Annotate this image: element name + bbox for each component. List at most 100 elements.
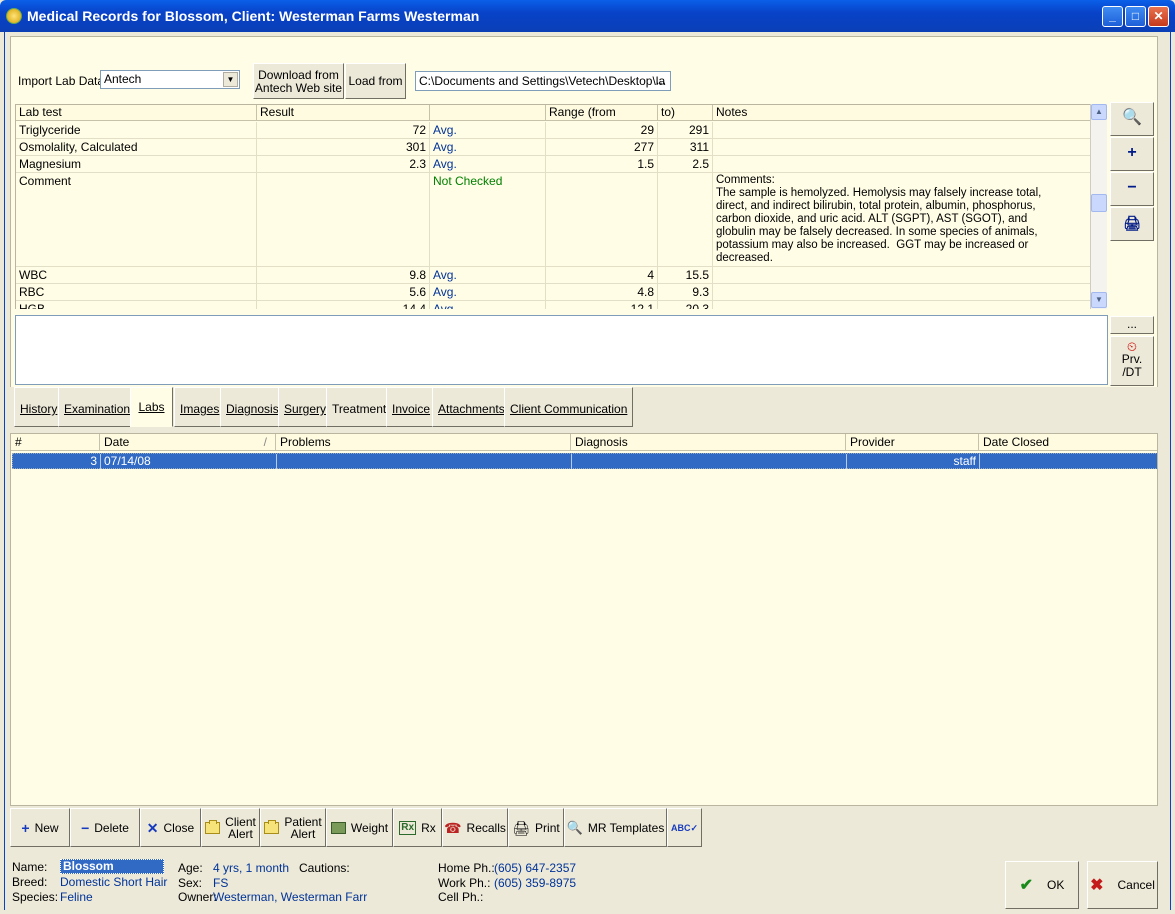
result-cell[interactable] [257, 173, 430, 267]
lab-provider-select[interactable]: Antech ▼ [100, 70, 240, 89]
record-problems-cell[interactable] [277, 454, 572, 469]
range-to-cell[interactable]: 291 [658, 122, 713, 139]
lab-test-cell[interactable]: Magnesium [16, 156, 257, 173]
lab-test-cell[interactable]: Triglyceride [16, 122, 257, 139]
notes-cell[interactable] [713, 301, 1090, 309]
record-provider-cell[interactable]: staff [847, 454, 980, 469]
column-header-diagnosis[interactable]: Diagnosis [571, 434, 846, 451]
column-header-date[interactable]: Date / [100, 434, 276, 451]
recalls-button[interactable]: ☎ Recalls [442, 808, 508, 847]
column-header-problems[interactable]: Problems [276, 434, 571, 451]
result-cell[interactable]: 301 [257, 139, 430, 156]
record-date-closed-cell[interactable] [980, 454, 1157, 469]
result-cell[interactable]: 14.4 [257, 301, 430, 309]
column-header-date-closed[interactable]: Date Closed [979, 434, 1157, 451]
load-from-button[interactable]: Load from [345, 63, 406, 99]
notes-cell[interactable] [713, 284, 1090, 301]
table-row[interactable]: 3 07/14/08 staff [12, 453, 1157, 469]
result-cell[interactable]: 2.3 [257, 156, 430, 173]
range-from-cell[interactable]: 4 [546, 267, 658, 284]
range-from-cell[interactable]: 1.5 [546, 156, 658, 173]
delete-button[interactable]: − Delete [70, 808, 140, 847]
flag-cell[interactable]: Avg. [430, 156, 546, 173]
range-from-cell[interactable] [546, 173, 658, 267]
tab-client-communication[interactable]: Client Communication [504, 387, 634, 427]
close-button[interactable]: ✕ Close [140, 808, 201, 847]
result-cell[interactable]: 5.6 [257, 284, 430, 301]
range-to-cell[interactable]: 311 [658, 139, 713, 156]
spellcheck-button[interactable]: ABC✓ [667, 808, 702, 847]
lab-test-cell[interactable]: RBC [16, 284, 257, 301]
flag-cell[interactable]: Avg. [430, 301, 546, 309]
notes-cell[interactable] [713, 267, 1090, 284]
column-header-notes[interactable]: Notes [713, 105, 1090, 121]
range-from-cell[interactable]: 277 [546, 139, 658, 156]
range-to-cell[interactable]: 2.5 [658, 156, 713, 173]
column-header-lab-test[interactable]: Lab test [16, 105, 257, 121]
remove-lab-button[interactable]: − [1110, 172, 1154, 206]
column-header-provider[interactable]: Provider [846, 434, 979, 451]
print-icon[interactable]: 🖨 [1110, 207, 1154, 241]
column-header-result[interactable]: Result [257, 105, 430, 121]
notes-cell[interactable] [713, 156, 1090, 173]
record-diagnosis-cell[interactable] [572, 454, 847, 469]
tab-attachments[interactable]: Attachments [432, 387, 511, 427]
scroll-down-icon[interactable]: ▼ [1091, 292, 1107, 308]
patient-name-field[interactable]: Blossom [60, 859, 164, 874]
tab-treatment[interactable]: Treatment [326, 387, 393, 427]
scroll-up-icon[interactable]: ▲ [1091, 104, 1107, 120]
column-header-range-from[interactable]: Range (from [546, 105, 658, 121]
range-to-cell[interactable]: 20.3 [658, 301, 713, 309]
client-alert-button[interactable]: Client Alert [201, 808, 260, 847]
cancel-button[interactable]: ✖ Cancel [1087, 861, 1158, 909]
mr-templates-button[interactable]: 🔍 MR Templates [564, 808, 667, 847]
column-header-flag[interactable] [430, 105, 546, 121]
browse-path-button[interactable]: ... [656, 73, 666, 87]
notes-cell[interactable] [713, 139, 1090, 156]
patient-alert-button[interactable]: Patient Alert [260, 808, 326, 847]
tab-diagnosis[interactable]: Diagnosis [220, 387, 285, 427]
previous-dt-button[interactable]: ⏲ Prv. /DT [1110, 336, 1154, 386]
tab-images[interactable]: Images [174, 387, 226, 427]
ok-button[interactable]: ✔ OK [1005, 861, 1079, 909]
column-header-range-to[interactable]: to) [658, 105, 713, 121]
rx-button[interactable]: Rx Rx [393, 808, 442, 847]
notes-cell[interactable] [713, 122, 1090, 139]
range-to-cell[interactable]: 15.5 [658, 267, 713, 284]
result-cell[interactable]: 72 [257, 122, 430, 139]
flag-cell[interactable]: Avg. [430, 284, 546, 301]
result-cell[interactable]: 9.8 [257, 267, 430, 284]
download-from-antech-button[interactable]: Download from Antech Web site [253, 63, 344, 99]
lab-test-cell[interactable]: Comment [16, 173, 257, 267]
notes-ellipsis-button[interactable]: ... [1110, 316, 1154, 334]
flag-cell[interactable]: Avg. [430, 122, 546, 139]
record-number-cell[interactable]: 3 [13, 454, 101, 469]
print-button[interactable]: 🖨 Print [508, 808, 564, 847]
lab-file-path-field[interactable]: C:\Documents and Settings\Vetech\Desktop… [415, 71, 671, 91]
tab-history[interactable]: History [14, 387, 64, 427]
zoom-icon[interactable]: 🔍 [1110, 102, 1154, 136]
tab-invoice[interactable]: Invoice [386, 387, 437, 427]
flag-cell[interactable]: Not Checked [430, 173, 546, 267]
weight-button[interactable]: Weight [326, 808, 393, 847]
tab-surgery[interactable]: Surgery [278, 387, 333, 427]
lab-notes-textarea[interactable] [15, 315, 1108, 385]
minimize-button[interactable]: _ [1102, 6, 1123, 27]
chevron-down-icon[interactable]: ▼ [223, 72, 238, 87]
new-button[interactable]: + New [10, 808, 70, 847]
record-date-cell[interactable]: 07/14/08 [101, 454, 277, 469]
tab-labs[interactable]: Labs [130, 387, 173, 427]
range-from-cell[interactable]: 4.8 [546, 284, 658, 301]
range-to-cell[interactable]: 9.3 [658, 284, 713, 301]
lab-test-cell[interactable]: Osmolality, Calculated [16, 139, 257, 156]
close-window-button[interactable]: ✕ [1148, 6, 1169, 27]
range-from-cell[interactable]: 12.1 [546, 301, 658, 309]
range-to-cell[interactable] [658, 173, 713, 267]
column-header-number[interactable]: # [11, 434, 100, 451]
range-from-cell[interactable]: 29 [546, 122, 658, 139]
lab-test-cell[interactable]: HGB [16, 301, 257, 309]
maximize-button[interactable]: □ [1125, 6, 1146, 27]
flag-cell[interactable]: Avg. [430, 139, 546, 156]
add-lab-button[interactable]: + [1110, 137, 1154, 171]
flag-cell[interactable]: Avg. [430, 267, 546, 284]
